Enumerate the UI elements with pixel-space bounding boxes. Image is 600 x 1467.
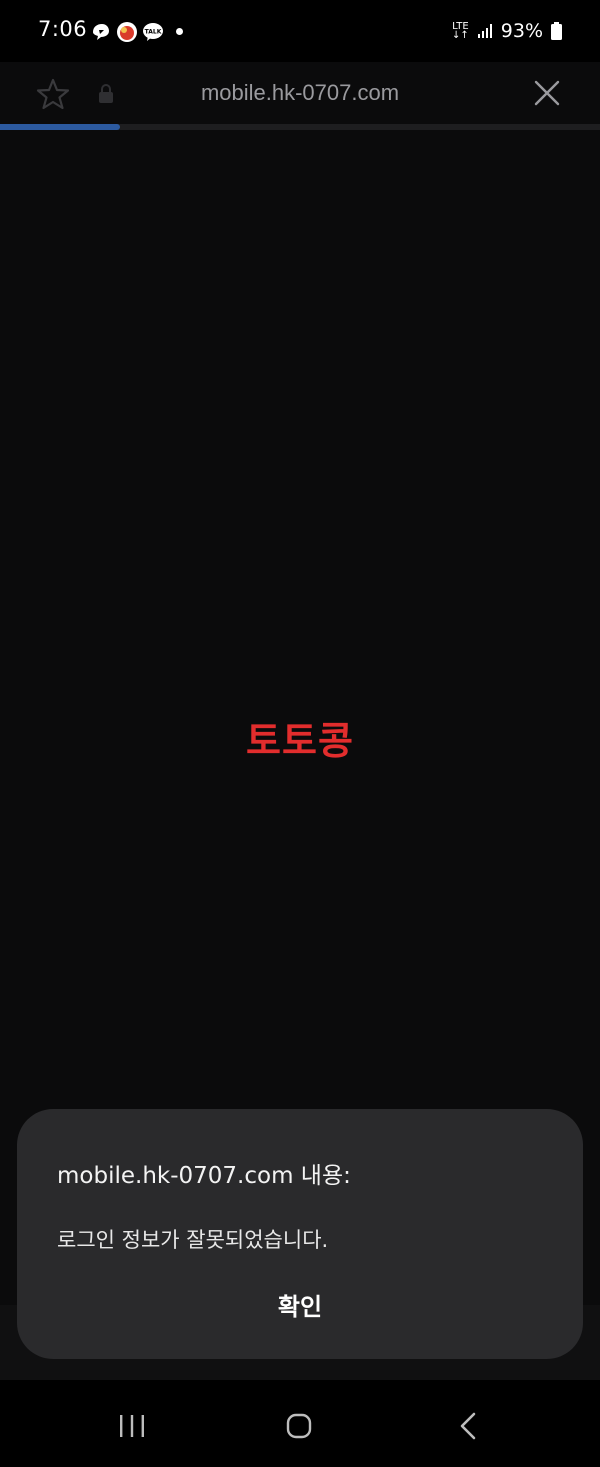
status-time: 7:06 <box>38 17 88 41</box>
app-avatar-icon <box>117 22 137 42</box>
dialog-message: 로그인 정보가 잘못되었습니다. <box>57 1228 329 1252</box>
lte-indicator: LTE ↓↑ <box>452 21 469 41</box>
signal-icon <box>477 24 492 38</box>
navigation-bar <box>0 1380 600 1467</box>
kakaotalk-icon: TALK <box>143 23 163 41</box>
dialog-title: mobile.hk-0707.com 내용: <box>57 1163 351 1189</box>
battery-percent: 93% <box>500 20 543 42</box>
notification-dot <box>176 28 183 35</box>
back-icon[interactable] <box>458 1412 478 1440</box>
alert-dialog: mobile.hk-0707.com 내용: 로그인 정보가 잘못되었습니다. … <box>17 1109 583 1359</box>
status-bar: 7:06 TALK LTE ↓↑ 93% <box>0 0 600 62</box>
battery-icon <box>551 22 562 40</box>
home-icon[interactable] <box>286 1413 312 1439</box>
status-indicators: LTE ↓↑ 93% <box>452 18 562 44</box>
chat-bubble-icon <box>93 24 109 40</box>
brand-logo-text: 토토콩 <box>246 719 354 763</box>
close-icon[interactable] <box>534 80 560 106</box>
recent-apps-icon[interactable] <box>118 1414 146 1438</box>
svg-text:TALK: TALK <box>145 29 162 36</box>
browser-toolbar: mobile.hk-0707.com <box>0 62 600 124</box>
dialog-ok-button[interactable]: 확인 <box>255 1281 345 1328</box>
url-text[interactable]: mobile.hk-0707.com <box>0 80 600 106</box>
notification-icons: TALK <box>90 20 164 44</box>
